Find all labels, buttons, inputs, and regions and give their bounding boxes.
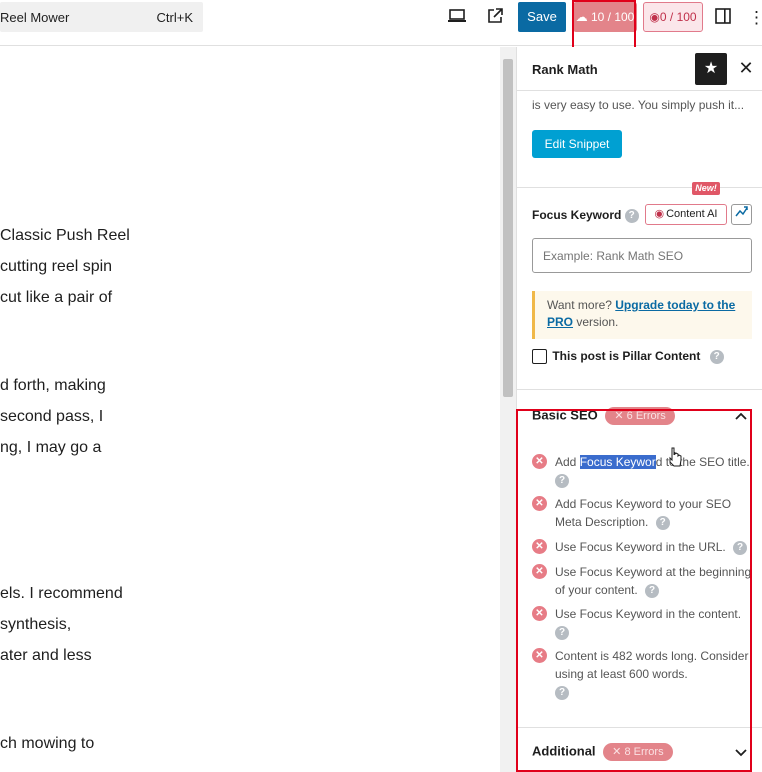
- shortcut-hint: Ctrl+K: [156, 10, 193, 25]
- help-icon[interactable]: ?: [624, 208, 639, 223]
- document-title: Reel Mower: [0, 10, 70, 25]
- device-preview-icon[interactable]: [445, 8, 469, 28]
- annotation-highlight-basic-seo: [516, 409, 752, 772]
- content-ai-score-button[interactable]: ◉0 / 100: [643, 2, 703, 32]
- focus-keyword-label: Focus Keyword ?: [532, 208, 639, 223]
- sidebar-header: Rank Math ★ ✕: [517, 47, 762, 91]
- editor-toolbar: Reel Mower Ctrl+K Save ☁ 10 / 100 ◉0 / 1…: [0, 0, 762, 46]
- content-ai-button[interactable]: ◉ Content AI: [645, 204, 727, 225]
- star-icon[interactable]: ★: [695, 53, 727, 85]
- sidebar-title: Rank Math: [532, 62, 598, 77]
- upgrade-notice: Want more? Upgrade today to the PRO vers…: [532, 291, 752, 339]
- content-ai-icon: ◉: [654, 208, 665, 220]
- scrollbar-thumb[interactable]: [503, 59, 513, 397]
- close-icon[interactable]: ✕: [735, 57, 757, 79]
- paragraph-line: ch mowing to: [0, 735, 95, 752]
- paragraph-line: synthesis,: [0, 616, 72, 633]
- more-options-icon[interactable]: ⋮: [748, 8, 762, 28]
- focus-keyword-input[interactable]: [532, 238, 752, 273]
- content-ai-label: Content AI: [666, 208, 718, 220]
- pillar-content-option[interactable]: This post is Pillar Content ?: [532, 349, 724, 365]
- mouse-cursor-icon: [668, 447, 682, 472]
- pillar-content-checkbox[interactable]: [532, 349, 547, 365]
- paragraph-line: ng, I may go a: [0, 439, 102, 456]
- divider: [517, 389, 762, 390]
- paragraph-line: d forth, making: [0, 377, 106, 394]
- settings-panel-icon[interactable]: [711, 8, 735, 28]
- paragraph-line: cutting reel spin: [0, 258, 113, 275]
- pillar-content-label: This post is Pillar Content: [552, 349, 701, 363]
- help-icon[interactable]: ?: [709, 349, 724, 364]
- paragraph-line: cut like a pair of: [0, 289, 113, 306]
- upgrade-suffix: version.: [576, 315, 619, 329]
- divider: [517, 187, 762, 188]
- new-badge: New!: [692, 182, 720, 195]
- editor-scrollbar[interactable]: [500, 47, 516, 772]
- paragraph-line: ater and less: [0, 647, 92, 664]
- ai-score-value: 0 / 100: [659, 10, 697, 24]
- upgrade-prefix: Want more?: [547, 298, 612, 312]
- paragraph-line: Classic Push Reel: [0, 227, 130, 244]
- paragraph-line: second pass, I: [0, 408, 104, 425]
- snippet-description: is very easy to use. You simply push it.…: [532, 98, 745, 112]
- external-view-icon[interactable]: [483, 8, 507, 28]
- paragraph-line: els. I recommend: [0, 585, 123, 602]
- editor-canvas[interactable]: Classic Push Reel cutting reel spin cut …: [0, 47, 500, 772]
- trends-icon[interactable]: [731, 204, 752, 225]
- command-palette-button[interactable]: Reel Mower Ctrl+K: [0, 2, 203, 32]
- edit-snippet-button[interactable]: Edit Snippet: [532, 130, 622, 158]
- save-button[interactable]: Save: [518, 2, 566, 32]
- focus-keyword-text: Focus Keyword: [532, 208, 622, 222]
- content-ai-icon: ◉: [649, 10, 660, 24]
